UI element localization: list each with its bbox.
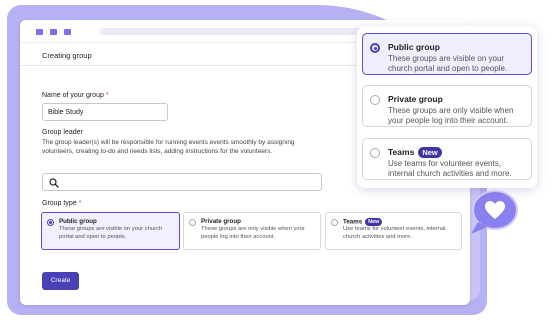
group-name-label: Name of your group *	[42, 92, 109, 99]
group-name-label-text: Name of your group	[42, 92, 104, 99]
create-button[interactable]: Create	[42, 272, 79, 290]
popup-option-private-group[interactable]: Private group These groups are only visi…	[362, 85, 532, 127]
radio-button[interactable]	[370, 95, 380, 105]
option-description: Use teams for volunteer events, internal…	[388, 159, 512, 178]
option-title: Teams	[388, 147, 415, 157]
window-dot	[50, 29, 57, 35]
popup-option-teams[interactable]: Teams New Use teams for volunteer events,…	[362, 138, 532, 180]
heart-chat-bubble	[471, 190, 518, 234]
group-type-popup: Public group These groups are visible on…	[357, 26, 537, 188]
option-description: These groups are only visible when your …	[388, 106, 514, 125]
radio-button[interactable]	[47, 219, 54, 226]
option-title-wrap: Teams New	[388, 147, 442, 159]
radio-button[interactable]	[189, 219, 196, 226]
new-badge: New	[418, 147, 442, 159]
option-title: Private group	[388, 94, 443, 104]
option-teams[interactable]: Teams New Use teams for volunteer events,…	[325, 212, 462, 250]
option-description: Use teams for volunteer events, internal…	[343, 226, 446, 240]
group-type-label: Group type *	[42, 200, 81, 207]
popup-option-public-group[interactable]: Public group These groups are visible on…	[362, 33, 532, 75]
option-description: These groups are visible on your church …	[59, 226, 163, 240]
required-mark: *	[105, 92, 109, 99]
option-private-group[interactable]: Private group These groups are only visi…	[183, 212, 321, 250]
radio-button[interactable]	[370, 43, 380, 53]
required-mark: *	[78, 200, 82, 207]
window-dot	[64, 29, 71, 35]
search-icon	[49, 178, 59, 188]
option-title: Teams	[343, 218, 363, 226]
radio-button[interactable]	[370, 148, 380, 158]
radio-button[interactable]	[331, 219, 338, 226]
option-title-wrap: Teams New	[343, 218, 383, 226]
option-description: These groups are visible on your church …	[388, 54, 508, 73]
group-leader-search-input[interactable]	[42, 173, 322, 191]
group-type-label-text: Group type	[42, 200, 77, 207]
option-title: Public group	[59, 218, 97, 225]
window-dot	[36, 29, 43, 35]
group-leader-label: Group leader	[42, 129, 83, 136]
group-leader-help: The group leader(s) will be responsible …	[42, 139, 295, 155]
page-title: Creating group	[42, 51, 92, 60]
option-title: Private group	[201, 218, 241, 225]
option-description: These groups are only visible when your …	[201, 226, 305, 240]
address-bar[interactable]	[100, 28, 380, 35]
new-badge: New	[365, 218, 383, 226]
option-public-group[interactable]: Public group These groups are visible on…	[41, 212, 180, 250]
option-title: Public group	[388, 42, 440, 52]
group-name-input[interactable]: Bible Study	[42, 103, 168, 121]
